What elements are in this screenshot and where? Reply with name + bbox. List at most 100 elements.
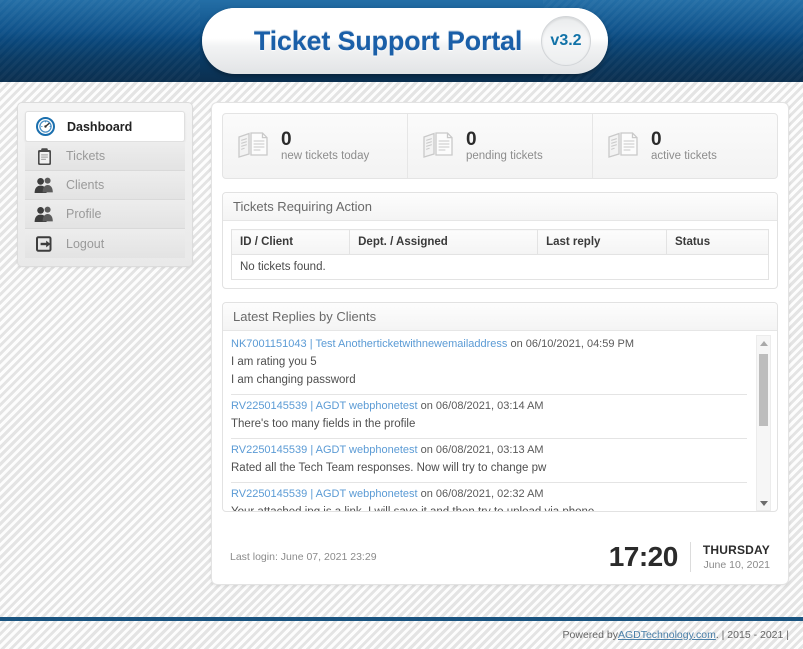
page-footer: Powered by AGDTechnology.com. | 2015 - 2… xyxy=(0,621,803,649)
current-date: June 10, 2021 xyxy=(703,559,770,571)
page-body: Dashboard Tickets Clients Profile Logout… xyxy=(0,82,803,620)
sidebar-item-clients[interactable]: Clients xyxy=(25,171,185,200)
logo-pill[interactable]: Ticket Support Portal v3.2 xyxy=(202,8,608,74)
stat-value: 0 xyxy=(466,128,477,150)
day-of-week: THURSDAY xyxy=(702,543,770,557)
col-id-client[interactable]: ID / Client xyxy=(230,229,351,255)
clock-display: 17:20 xyxy=(609,542,691,572)
logout-icon xyxy=(31,233,57,255)
tickets-requiring-action-panel: Tickets Requiring Action ID / Client Dep… xyxy=(222,192,778,289)
reply-meta: NK7001151043 | Test Anotherticketwithnew… xyxy=(231,338,747,350)
documents-icon xyxy=(237,129,271,164)
reply-meta: RV2250145539 | AGDT webphonetest on 06/0… xyxy=(231,488,747,500)
date-block: THURSDAY June 10, 2021 xyxy=(691,543,770,571)
scrollbar-track[interactable] xyxy=(757,350,770,496)
replies-scrollbar[interactable] xyxy=(756,335,771,511)
stats-row: 0 new tickets today 0 pending tickets 0 … xyxy=(222,113,778,179)
scrollbar-thumb[interactable] xyxy=(759,354,768,426)
sidebar-label-logout: Logout xyxy=(66,236,105,251)
footer-suffix: . | 2015 - 2021 | xyxy=(715,629,789,641)
reply-ticket-link[interactable]: RV2250145539 xyxy=(231,400,307,412)
col-status[interactable]: Status xyxy=(665,229,770,255)
col-last-reply[interactable]: Last reply xyxy=(537,229,667,255)
reply-separator: | xyxy=(307,488,316,500)
scroll-up-button[interactable] xyxy=(757,336,770,350)
stat-value: 0 xyxy=(651,128,662,150)
tickets-table: ID / Client Dept. / Assigned Last reply … xyxy=(230,229,770,280)
reply-separator: | xyxy=(307,400,316,412)
stat-new-tickets[interactable]: 0 new tickets today xyxy=(223,114,408,178)
reply-timestamp: 06/08/2021, 03:14 AM xyxy=(435,400,544,412)
brand-link[interactable]: AGDTechnology.com xyxy=(618,629,716,641)
reply-body-line: Your attached jpg is a link. I will save… xyxy=(231,506,747,511)
reply-body-line: I am changing password xyxy=(231,374,356,386)
reply-ticket-link[interactable]: RV2250145539 xyxy=(231,488,307,500)
list-item[interactable]: RV2250145539 | AGDT webphonetest on 06/0… xyxy=(231,483,747,511)
sidebar-label-profile: Profile xyxy=(66,207,102,221)
col-dept-assigned[interactable]: Dept. / Assigned xyxy=(349,229,539,255)
table-header-row: ID / Client Dept. / Assigned Last reply … xyxy=(230,229,770,255)
app-title: Ticket Support Portal xyxy=(253,25,523,56)
replies-scroll-region: NK7001151043 | Test Anotherticketwithnew… xyxy=(223,331,777,511)
stat-value: 0 xyxy=(281,128,292,150)
version-badge: v3.2 xyxy=(541,16,591,66)
chevron-up-icon xyxy=(759,340,768,346)
users-icon xyxy=(31,174,57,196)
panel-title: Tickets Requiring Action xyxy=(223,193,777,221)
app-header: Ticket Support Portal v3.2 xyxy=(0,0,803,82)
reply-client-link[interactable]: AGDT webphonetest xyxy=(316,488,418,500)
stat-pending-tickets[interactable]: 0 pending tickets xyxy=(408,114,593,178)
reply-timestamp: 06/08/2021, 03:13 AM xyxy=(435,444,544,456)
gauge-icon xyxy=(32,116,58,138)
sidebar-item-tickets[interactable]: Tickets xyxy=(25,142,185,171)
reply-meta: RV2250145539 | AGDT webphonetest on 06/0… xyxy=(231,400,747,412)
empty-message: No tickets found. xyxy=(231,254,769,280)
reply-ticket-link[interactable]: NK7001151043 xyxy=(231,338,307,350)
reply-client-link[interactable]: AGDT webphonetest xyxy=(316,400,418,412)
sidebar-label-tickets: Tickets xyxy=(66,149,106,163)
list-item[interactable]: RV2250145539 | AGDT webphonetest on 06/0… xyxy=(231,439,747,483)
clipboard-icon xyxy=(31,145,57,167)
reply-body-line: I am rating you 5 xyxy=(231,356,317,368)
stat-label: pending tickets xyxy=(466,149,543,162)
stat-label: new tickets today xyxy=(281,149,370,162)
powered-by-prefix: Powered by xyxy=(562,629,618,641)
list-item[interactable]: NK7001151043 | Test Anotherticketwithnew… xyxy=(231,333,747,395)
reply-on-text: on xyxy=(507,338,526,350)
reply-client-link[interactable]: AGDT webphonetest xyxy=(316,444,418,456)
last-login-text: Last login: June 07, 2021 23:29 xyxy=(230,551,377,563)
users-icon xyxy=(31,203,57,225)
main-content-panel: 0 new tickets today 0 pending tickets 0 … xyxy=(211,102,789,585)
sidebar-label-clients: Clients xyxy=(66,178,105,192)
table-empty-row: No tickets found. xyxy=(231,254,769,280)
reply-separator: | xyxy=(307,444,316,456)
replies-list: NK7001151043 | Test Anotherticketwithnew… xyxy=(231,333,769,511)
reply-on-text: on xyxy=(417,400,436,412)
sidebar-label-dashboard: Dashboard xyxy=(67,119,133,134)
sidebar-item-dashboard[interactable]: Dashboard xyxy=(25,111,185,142)
sidebar-item-logout[interactable]: Logout xyxy=(25,229,185,258)
sidebar-item-profile[interactable]: Profile xyxy=(25,200,185,229)
reply-body-line: There's too many fields in the profile xyxy=(231,418,416,430)
header-texture-left xyxy=(0,0,200,82)
latest-replies-panel: Latest Replies by Clients NK7001151043 |… xyxy=(222,302,778,512)
panel-title: Latest Replies by Clients xyxy=(223,303,777,331)
documents-icon xyxy=(607,129,641,164)
documents-icon xyxy=(422,129,456,164)
chevron-down-icon xyxy=(759,500,768,506)
reply-timestamp: 06/08/2021, 02:32 AM xyxy=(435,488,544,500)
tickets-table-body: ID / Client Dept. / Assigned Last reply … xyxy=(223,221,777,288)
scroll-down-button[interactable] xyxy=(757,496,770,510)
sidebar-nav: Dashboard Tickets Clients Profile Logout xyxy=(17,102,193,267)
reply-on-text: on xyxy=(417,444,436,456)
reply-ticket-link[interactable]: RV2250145539 xyxy=(231,444,307,456)
reply-meta: RV2250145539 | AGDT webphonetest on 06/0… xyxy=(231,444,747,456)
list-item[interactable]: RV2250145539 | AGDT webphonetest on 06/0… xyxy=(231,395,747,439)
reply-on-text: on xyxy=(417,488,436,500)
stat-label: active tickets xyxy=(651,149,717,162)
stat-active-tickets[interactable]: 0 active tickets xyxy=(593,114,777,178)
reply-client-link[interactable]: Test Anotherticketwithnewemailaddress xyxy=(315,338,507,350)
reply-body-line: Rated all the Tech Team responses. Now w… xyxy=(231,462,547,474)
status-bar: Last login: June 07, 2021 23:29 17:20 TH… xyxy=(222,525,778,579)
reply-timestamp: 06/10/2021, 04:59 PM xyxy=(525,338,635,350)
